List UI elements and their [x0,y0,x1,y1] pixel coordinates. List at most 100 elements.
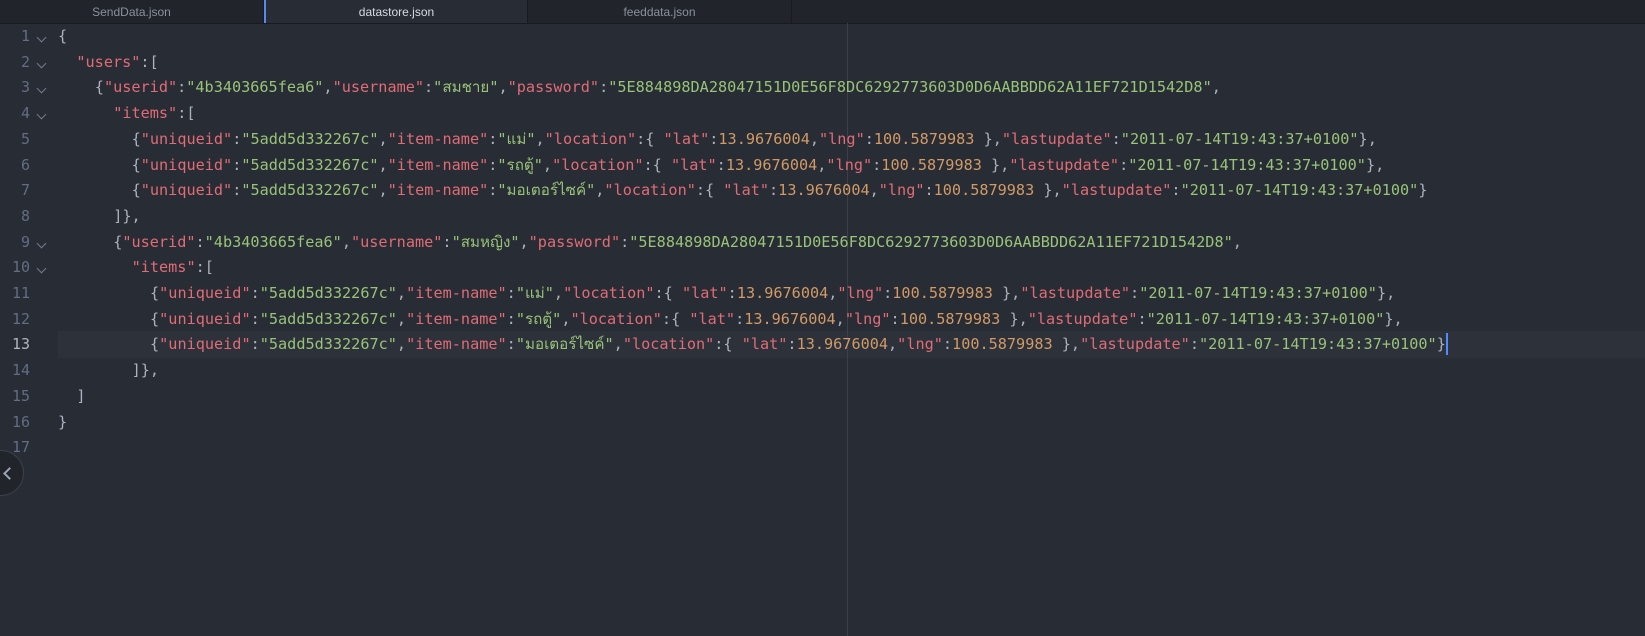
code-line[interactable]: "users":[ [76,49,158,76]
code-line[interactable]: ] [76,383,85,410]
json-punctuation: : [1189,335,1199,354]
json-key: "location" [570,309,662,328]
code-line[interactable]: {"uniqueid":"5add5d332267c","item-name":… [132,152,1385,179]
json-number: 100.5879983 [952,335,1053,354]
json-string: "2011-07-14T19:43:37+0100" [1128,155,1366,174]
json-punctuation: , [341,232,351,251]
json-punctuation: , [809,129,819,148]
json-string: "5add5d332267c" [241,181,379,200]
json-key: "item-name" [406,335,507,354]
code-line[interactable]: "items":[ [132,254,214,281]
chevron-down-icon[interactable] [36,32,47,43]
json-punctuation: ] [76,386,86,405]
json-punctuation: }, [1052,335,1081,354]
json-key: "items" [113,104,178,123]
code-line[interactable]: ]}, [132,357,159,384]
json-punctuation: : [1171,181,1181,200]
code-line[interactable]: { [58,23,67,50]
json-key: "location" [552,155,644,174]
json-punctuation: : [716,155,726,174]
line-number: 13 [0,331,56,358]
code-line[interactable]: } [58,409,67,436]
json-punctuation: : [232,181,242,200]
json-key: "lastupdate" [1001,129,1112,148]
code-line[interactable]: {"userid":"4b3403665fea6","username":"สม… [113,229,1242,256]
code-line[interactable]: {"uniqueid":"5add5d332267c","item-name":… [150,280,1395,307]
line-number: 5 [0,126,56,153]
code-line[interactable]: {"uniqueid":"5add5d332267c","item-name":… [150,331,1446,358]
line-number: 16 [0,409,56,436]
json-punctuation: , [1232,232,1242,251]
json-punctuation: }, [1000,309,1028,328]
json-key: "items" [131,258,196,277]
json-punctuation: ]}, [131,361,160,380]
line-number-label: 10 [11,258,30,277]
json-string: "มอเตอร์ไซค์" [515,335,614,354]
code-line[interactable]: {"userid":"4b3403665fea6","username":"สม… [95,74,1221,101]
json-punctuation: : [1111,129,1121,148]
line-number-label: 8 [20,206,30,225]
json-key: "uniqueid" [140,181,233,200]
line-number-label: 7 [20,181,30,200]
json-key: "password" [507,78,600,97]
json-punctuation: , [396,335,407,354]
line-number-label: 3 [20,78,30,97]
json-punctuation: , [613,335,623,354]
chevron-down-icon[interactable] [36,109,47,120]
json-punctuation: { [113,232,123,251]
json-key: "uniqueid" [140,155,233,174]
json-punctuation: { [150,309,160,328]
json-key: "username" [350,232,443,251]
json-string: "5add5d332267c" [259,309,397,328]
json-key: "lng" [878,181,925,200]
json-punctuation: }, [974,129,1002,148]
json-string: "5E884898DA28047151D0E56F8DC6292773603D0… [608,78,1212,97]
json-punctuation: , [498,78,508,97]
json-punctuation: } [58,412,68,431]
code-line[interactable]: "items":[ [113,100,195,127]
code-line[interactable]: {"uniqueid":"5add5d332267c","item-name":… [132,177,1428,204]
json-punctuation: { [150,335,160,354]
json-number: 13.9676004 [736,284,829,302]
json-string: "2011-07-14T19:43:37+0100" [1146,309,1385,328]
line-number: 1 [0,23,56,50]
line-number-label: 16 [11,412,30,431]
json-punctuation: , [396,284,407,302]
json-punctuation: , [542,155,553,174]
json-number: 13.9676004 [725,155,818,174]
json-punctuation: { [131,181,141,200]
code-area[interactable]: { "users":[ {"userid":"4b3403665fea6","use… [58,23,1645,636]
json-punctuation: } [1418,181,1428,200]
chevron-down-icon[interactable] [36,263,47,274]
json-punctuation: :{ [661,309,690,328]
tab-datastore[interactable]: datastore.json [264,0,528,23]
json-key: "lastupdate" [1020,284,1131,302]
line-number: 8 [0,203,56,230]
json-key: "lastupdate" [1080,335,1190,354]
json-key: "uniqueid" [159,284,251,302]
chevron-down-icon[interactable] [36,83,47,94]
json-punctuation: ]}, [113,206,141,225]
json-punctuation: : [1119,155,1129,174]
code-line[interactable]: ]}, [113,203,140,230]
json-key: "uniqueid" [159,309,251,328]
json-key: "username" [332,78,425,97]
json-key: "location" [563,284,655,302]
code-line[interactable]: {"uniqueid":"5add5d332267c","item-name":… [132,126,1377,153]
code-line[interactable]: {"uniqueid":"5add5d332267c","item-name":… [150,306,1403,333]
tab-feeddata[interactable]: feeddata.json [528,0,792,23]
json-punctuation: { [94,78,104,97]
tab-senddata[interactable]: SendData.json [0,0,264,23]
line-number: 14 [0,357,56,384]
json-key: "userid" [122,232,196,251]
chevron-down-icon[interactable] [36,58,47,69]
json-punctuation: : [599,78,609,97]
json-punctuation: , [835,309,845,328]
json-punctuation: : [735,309,745,328]
line-number: 7 [0,177,56,204]
json-punctuation: : [250,309,260,328]
line-number-label: 15 [11,386,30,405]
json-key: "lat" [741,335,788,354]
chevron-down-icon[interactable] [36,238,47,249]
json-number: 100.5879983 [881,155,982,174]
